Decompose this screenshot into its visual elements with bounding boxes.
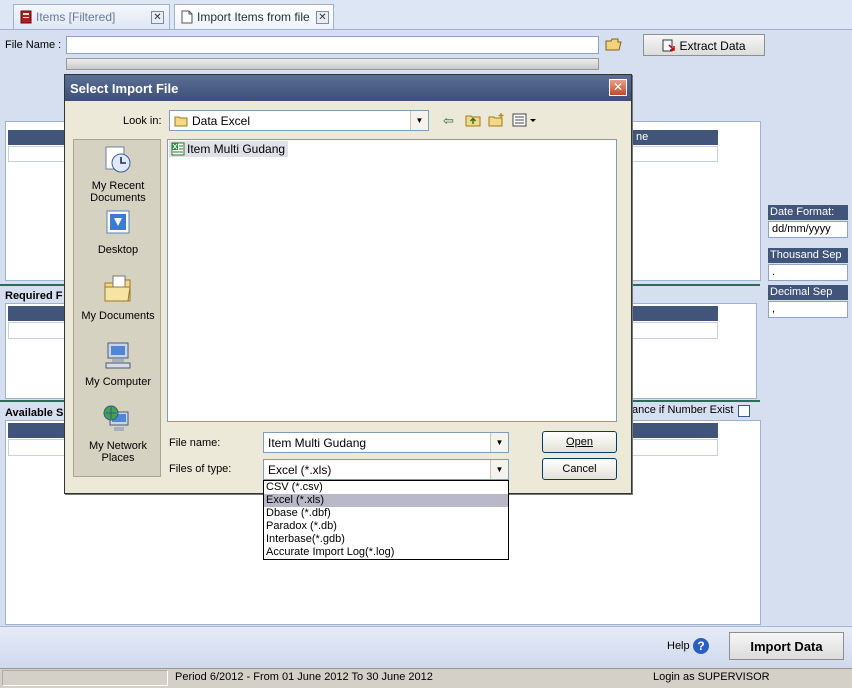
balance-number-label: ance if Number Exist: [632, 404, 734, 416]
place-label: My Computer: [84, 376, 152, 388]
document-icon: [181, 10, 193, 24]
login-status: Login as SUPERVISOR: [653, 671, 770, 683]
desktop-icon: [106, 210, 130, 234]
number-exist-checkbox[interactable]: [738, 405, 750, 417]
tab-label: Import Items from file: [197, 10, 310, 24]
bottom-toolbar: [0, 626, 852, 668]
date-format-input[interactable]: dd/mm/yyyy: [768, 221, 848, 238]
place-label: My Recent Documents: [90, 180, 146, 204]
file-name-label: File name:: [169, 437, 221, 449]
new-folder-icon[interactable]: [488, 112, 505, 127]
file-type-option-selected[interactable]: Excel (*.xls): [264, 494, 508, 507]
my-documents-icon: [104, 275, 131, 302]
place-my-documents[interactable]: My Documents: [74, 274, 162, 322]
places-bar: My Recent Documents Desktop My Documents: [73, 139, 161, 477]
my-computer-icon: [105, 342, 131, 369]
column-header-name: ne: [636, 131, 649, 143]
up-folder-icon[interactable]: [465, 113, 481, 127]
file-type-option[interactable]: Dbase (*.dbf): [264, 507, 508, 520]
progress-bar: [66, 58, 599, 70]
folder-icon: [174, 116, 188, 127]
tab-import-items[interactable]: Import Items from file ✕: [174, 4, 334, 29]
open-button[interactable]: Open: [542, 431, 617, 453]
items-book-icon: [20, 10, 32, 24]
close-dialog-button[interactable]: ✕: [609, 79, 627, 96]
place-label: Desktop: [97, 244, 139, 256]
thousand-sep-input[interactable]: .: [768, 264, 848, 281]
back-arrow-icon[interactable]: ⇦: [443, 113, 454, 129]
place-my-computer[interactable]: My Computer: [74, 340, 162, 388]
thousand-sep-label: Thousand Sep: [768, 248, 848, 263]
file-list[interactable]: Item Multi Gudang: [167, 139, 617, 422]
dialog-file-name-input[interactable]: Item Multi Gudang ▼: [263, 432, 509, 453]
dialog-title: Select Import File: [65, 75, 631, 101]
decimal-sep-input[interactable]: ,: [768, 301, 848, 318]
help-label[interactable]: Help: [667, 640, 690, 652]
status-segment: [2, 670, 168, 686]
chevron-down-icon[interactable]: ▼: [490, 460, 508, 479]
file-name-input[interactable]: [66, 36, 599, 54]
recent-documents-icon: [105, 146, 131, 173]
close-tab-icon[interactable]: ✕: [316, 11, 329, 24]
look-in-label: Look in:: [123, 115, 162, 127]
import-data-button[interactable]: Import Data: [729, 632, 844, 660]
file-name-label: File Name :: [5, 39, 62, 51]
file-type-option[interactable]: Paradox (*.db): [264, 520, 508, 533]
file-type-dropdown[interactable]: CSV (*.csv) Excel (*.xls) Dbase (*.dbf) …: [263, 480, 509, 560]
extract-icon: [662, 39, 676, 52]
view-menu-icon[interactable]: [512, 113, 538, 127]
place-network-places[interactable]: My Network Places: [74, 404, 162, 464]
cancel-button[interactable]: Cancel: [542, 458, 617, 480]
chevron-down-icon[interactable]: ▼: [410, 111, 428, 130]
extract-data-button[interactable]: Extract Data: [643, 34, 765, 56]
place-label: My Documents: [81, 310, 155, 322]
file-type-option[interactable]: CSV (*.csv): [264, 481, 508, 494]
date-format-label: Date Format:: [768, 205, 848, 220]
files-of-type-label: Files of type:: [169, 463, 232, 475]
place-label: My Network Places: [88, 440, 148, 464]
place-recent-documents[interactable]: My Recent Documents: [74, 144, 162, 204]
decimal-sep-label: Decimal Sep: [768, 285, 848, 300]
file-type-option[interactable]: Accurate Import Log(*.log): [264, 546, 508, 559]
close-tab-icon[interactable]: ✕: [151, 11, 164, 24]
files-of-type-select[interactable]: Excel (*.xls) ▼: [263, 459, 509, 480]
excel-file-icon: [171, 142, 185, 156]
open-folder-icon: [605, 38, 622, 51]
tab-label: Items [Filtered]: [36, 10, 116, 24]
help-icon[interactable]: ?: [693, 638, 709, 654]
period-status: Period 6/2012 - From 01 June 2012 To 30 …: [175, 671, 433, 683]
place-desktop[interactable]: Desktop: [74, 208, 162, 256]
file-item[interactable]: Item Multi Gudang: [169, 141, 289, 157]
chevron-down-icon[interactable]: ▼: [490, 433, 508, 452]
tab-items-filtered[interactable]: Items [Filtered] ✕: [13, 4, 170, 29]
required-fields-label: Required F: [5, 290, 63, 302]
network-places-icon: [103, 405, 129, 431]
select-import-file-dialog: Select Import File ✕ Look in: Data Excel…: [64, 74, 632, 494]
browse-folder-button[interactable]: [604, 36, 624, 54]
available-fields-label: Available S: [5, 407, 64, 419]
look-in-select[interactable]: Data Excel ▼: [169, 110, 429, 131]
file-type-option[interactable]: Interbase(*.gdb): [264, 533, 508, 546]
